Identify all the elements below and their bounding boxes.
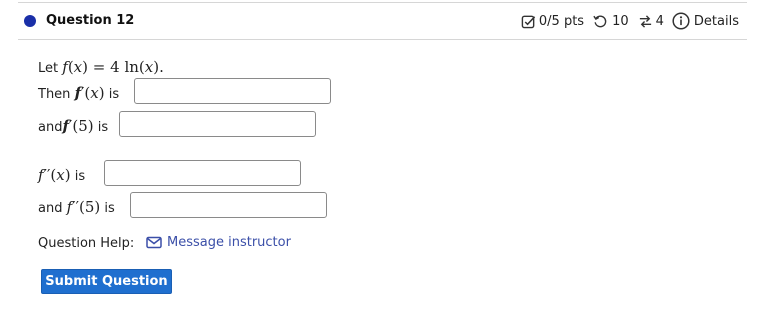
versions-info: 4 (629, 14, 664, 29)
f-prime-5-prompt: andf′(5) is (38, 117, 109, 135)
question-help-label: Question Help: (38, 236, 135, 251)
versions-icon (639, 14, 651, 28)
f-double-prime-x-input[interactable] (104, 160, 301, 186)
f-double-prime-5-prompt: and f′′(5) is (38, 198, 115, 216)
question-status-dot (24, 15, 36, 27)
retry-icon (593, 15, 607, 28)
f-prime-x-prompt: Then f′(x) is (38, 84, 120, 102)
message-instructor-link[interactable]: Message instructor (146, 235, 291, 250)
f-double-prime-5-input[interactable] (130, 192, 327, 218)
points-info: 0/5 pts (521, 14, 584, 29)
question-title: Question 12 (46, 13, 135, 28)
function-definition: f(x) = 4 ln(x). (62, 58, 164, 76)
retries-text: 10 (612, 13, 629, 29)
checkbox-icon (521, 15, 536, 28)
retries-info: 10 (584, 14, 629, 29)
submit-question-button[interactable]: Submit Question (41, 269, 172, 294)
question-meta: 0/5 pts 10 4 Details (521, 12, 739, 30)
points-text: 0/5 pts (538, 13, 585, 29)
versions-text: 4 (655, 13, 664, 29)
details-toggle[interactable]: Details (664, 12, 739, 30)
details-label: Details (693, 13, 739, 29)
envelope-icon (146, 236, 162, 249)
f-prime-5-input[interactable] (119, 111, 316, 137)
question-header: Question 12 0/5 pts 10 4 Details (18, 2, 747, 40)
f-double-prime-x-prompt: f′′(x) is (38, 166, 86, 184)
f-prime-x-input[interactable] (134, 78, 331, 104)
info-icon (672, 12, 690, 30)
message-instructor-label: Message instructor (167, 235, 291, 250)
problem-statement: Let f(x) = 4 ln(x). (38, 58, 164, 76)
